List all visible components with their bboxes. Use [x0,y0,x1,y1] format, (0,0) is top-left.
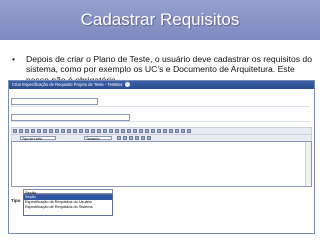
copy-icon[interactable] [25,129,29,133]
browser-icon [124,82,130,88]
type-option[interactable]: Especificação de Requisitos do Sistema [24,205,112,210]
slide-title: Cadastrar Requisitos [0,0,320,40]
italic-icon[interactable] [91,129,95,133]
cut-icon[interactable] [19,129,23,133]
font-size-select[interactable]: Tamanho [84,135,112,141]
type-dropdown: Seção Especificação de Requisitos do Usu… [23,194,113,216]
bullet-marker: • [12,54,16,64]
strike-icon[interactable] [103,129,107,133]
link-icon[interactable] [169,129,173,133]
align-center-icon[interactable] [151,129,155,133]
text-color-icon[interactable] [117,136,121,140]
bg-color-icon[interactable] [123,136,127,140]
select-all-icon[interactable] [79,129,83,133]
spellcheck-icon[interactable] [49,129,53,133]
window-title: Criar Especificação de Requisito Projeto… [12,82,123,87]
bulleted-list-icon[interactable] [127,129,131,133]
paste-text-icon[interactable] [37,129,41,133]
superscript-icon[interactable] [115,129,119,133]
align-left-icon[interactable] [145,129,149,133]
replace-icon[interactable] [73,129,77,133]
print-icon[interactable] [43,129,47,133]
subscript-icon[interactable] [109,129,113,133]
type-label: Tipo [11,198,21,203]
window-titlebar: Criar Especificação de Requisito Projeto… [9,81,314,89]
paste-icon[interactable] [31,129,35,133]
find-icon[interactable] [67,129,71,133]
app-window: Criar Especificação de Requisito Projeto… [8,80,315,234]
image-icon[interactable] [181,129,185,133]
editor-scrollbar[interactable] [305,142,311,186]
about-icon[interactable] [147,136,151,140]
scope-editor[interactable] [11,141,312,187]
table-icon[interactable] [187,129,191,133]
align-right-icon[interactable] [157,129,161,133]
doc-id-input[interactable] [11,98,98,105]
numbered-list-icon[interactable] [121,129,125,133]
maximize-icon[interactable] [135,136,139,140]
indent-icon[interactable] [139,129,143,133]
show-blocks-icon[interactable] [141,136,145,140]
font-family-select[interactable]: Tipo de Letra [20,135,56,141]
title-input[interactable] [11,114,130,121]
justify-icon[interactable] [163,129,167,133]
source-icon[interactable] [13,129,17,133]
redo-icon[interactable] [61,129,65,133]
unlink-icon[interactable] [175,129,179,133]
underline-icon[interactable] [97,129,101,133]
special-char-icon[interactable] [129,136,133,140]
bold-icon[interactable] [85,129,89,133]
divider [11,106,310,107]
undo-icon[interactable] [55,129,59,133]
outdent-icon[interactable] [133,129,137,133]
